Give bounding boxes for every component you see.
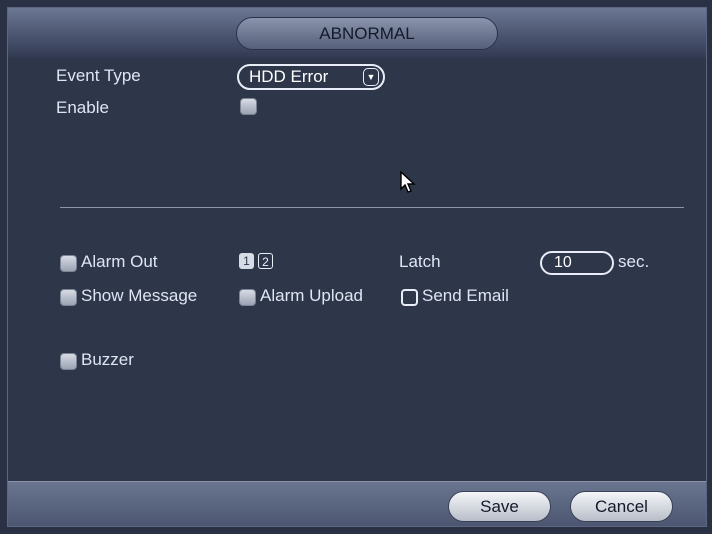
settings-panel: Event Type HDD Error ▼ Enable Alarm Out …	[8, 58, 706, 481]
alarm-upload-checkbox[interactable]	[239, 289, 256, 306]
buzzer-checkbox[interactable]	[60, 353, 77, 370]
section-divider	[60, 207, 684, 208]
chevron-down-icon: ▼	[363, 68, 379, 86]
event-type-label: Event Type	[56, 66, 141, 85]
alarm-out-checkbox[interactable]	[60, 255, 77, 272]
send-email-checkbox[interactable]	[401, 289, 418, 306]
enable-label: Enable	[56, 98, 109, 117]
show-message-label: Show Message	[81, 286, 198, 305]
save-button[interactable]: Save	[448, 491, 551, 522]
event-type-value: HDD Error	[249, 67, 329, 86]
show-message-checkbox[interactable]	[60, 289, 77, 306]
cancel-button[interactable]: Cancel	[570, 491, 673, 522]
alarm-out-channel-1[interactable]: 1	[239, 253, 254, 269]
alarm-out-channel-2[interactable]: 2	[258, 253, 273, 269]
alarm-out-label: Alarm Out	[81, 252, 158, 271]
latch-unit: sec.	[618, 252, 650, 271]
latch-input[interactable]: 10	[540, 251, 614, 275]
footer-bar: Save Cancel	[8, 481, 706, 526]
window-title: ABNORMAL	[236, 17, 498, 50]
enable-checkbox[interactable]	[240, 98, 257, 115]
alarm-upload-label: Alarm Upload	[260, 286, 363, 305]
abnormal-settings-window: ABNORMAL Event Type HDD Error ▼ Enable A…	[7, 7, 707, 527]
send-email-label: Send Email	[422, 286, 509, 305]
latch-label: Latch	[399, 252, 441, 271]
buzzer-label: Buzzer	[81, 350, 134, 369]
mouse-pointer-icon	[400, 170, 416, 200]
event-type-select[interactable]: HDD Error ▼	[237, 64, 385, 90]
title-bar: ABNORMAL	[8, 8, 706, 59]
